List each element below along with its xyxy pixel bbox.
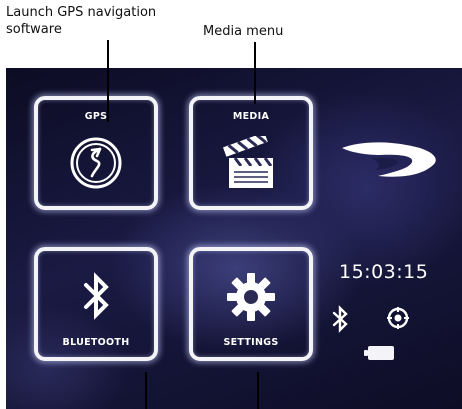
device-screen: GPS MEDIA BLUETOOTH SETTINGS 15:03:15	[6, 68, 462, 409]
brand-logo-icon	[342, 142, 436, 177]
settings-callout-leader	[257, 372, 259, 409]
gear-icon	[227, 273, 275, 321]
media-label: MEDIA	[232, 111, 270, 122]
bluetooth-button[interactable]: BLUETOOTH	[34, 247, 158, 361]
bluetooth-icon	[84, 272, 109, 320]
gps-label: GPS	[84, 111, 108, 122]
gps-callout-leader	[107, 40, 109, 122]
clock: 15:03:15	[339, 261, 429, 283]
settings-button[interactable]: SETTINGS	[189, 247, 313, 361]
gps-button[interactable]: GPS	[34, 96, 158, 210]
media-callout-label: Media menu	[203, 24, 284, 39]
bluetooth-status-icon	[332, 305, 348, 333]
bluetooth-callout-leader	[145, 372, 147, 409]
clapperboard-icon	[223, 136, 273, 188]
gps-status-icon	[387, 307, 409, 329]
gps-navigation-icon	[70, 137, 122, 189]
bluetooth-label: BLUETOOTH	[62, 337, 130, 348]
battery-icon	[364, 346, 394, 360]
media-callout-leader	[254, 42, 256, 104]
media-button[interactable]: MEDIA	[189, 96, 313, 210]
settings-label: SETTINGS	[223, 337, 279, 348]
gps-callout-label: Launch GPS navigation software	[6, 5, 157, 37]
